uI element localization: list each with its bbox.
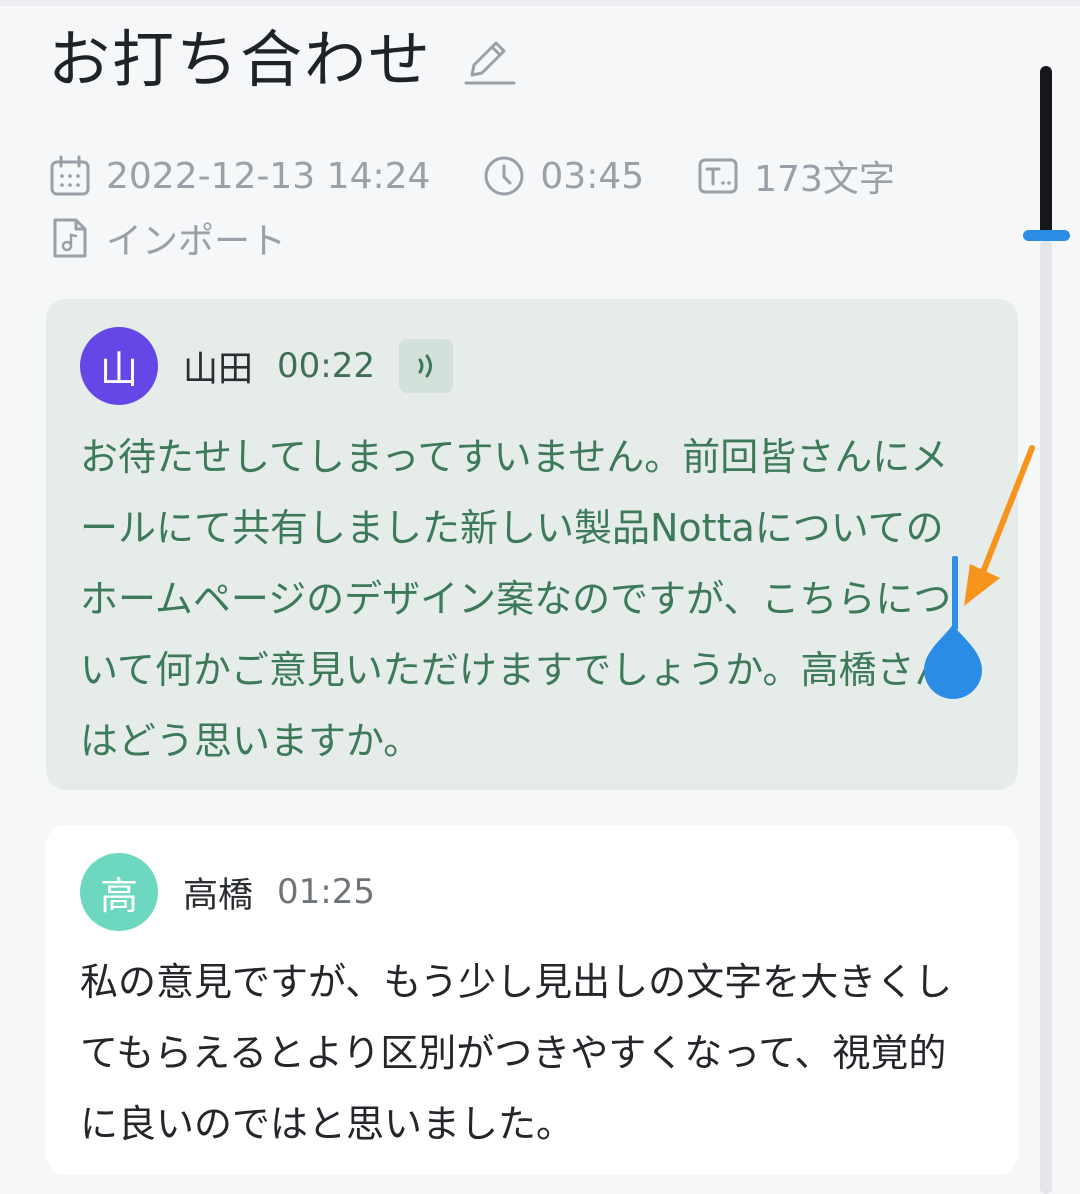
meta-char-count: 173文字 bbox=[696, 150, 895, 202]
page-title: お打ち合わせ bbox=[48, 23, 433, 96]
scrollbar-track[interactable] bbox=[1040, 240, 1052, 1194]
avatar[interactable]: 高 bbox=[80, 853, 158, 931]
annotation-arrow-icon bbox=[964, 445, 1035, 606]
meta-row-secondary: インポート bbox=[48, 212, 338, 264]
meta-datetime-value: 2022-12-13 14:24 bbox=[106, 155, 431, 197]
edit-pencil-icon[interactable] bbox=[462, 33, 516, 87]
meta-source: インポート bbox=[48, 212, 286, 264]
transcript-segment-active[interactable]: 山 山田 00:22 お待たせしてしまってすいません。前回皆さんにメールにて共有… bbox=[46, 299, 1018, 790]
meta-source-value: インポート bbox=[106, 221, 287, 262]
cursor-handle[interactable] bbox=[920, 620, 986, 702]
playback-position-marker[interactable] bbox=[1023, 230, 1070, 241]
segment-timestamp[interactable]: 01:25 bbox=[277, 872, 375, 912]
title-row: お打ち合わせ bbox=[48, 20, 516, 100]
meta-datetime: 2022-12-13 14:24 bbox=[48, 154, 430, 198]
meta-duration: 03:45 bbox=[482, 154, 644, 198]
meta-char-count-value: 173文字 bbox=[754, 159, 895, 200]
top-divider bbox=[0, 0, 1080, 6]
segment-timestamp[interactable]: 00:22 bbox=[277, 346, 375, 386]
speaker-row: 山 山田 00:22 bbox=[80, 327, 453, 405]
clock-icon bbox=[484, 156, 524, 196]
calendar-icon bbox=[50, 155, 90, 196]
audio-wave-icon bbox=[418, 354, 432, 378]
speaker-row: 高 高橋 01:25 bbox=[80, 853, 375, 931]
meta-duration-value: 03:45 bbox=[540, 155, 645, 197]
segment-text[interactable]: 私の意見ですが、もう少し見出しの文字を大きくしてもらえるとより区別がつきやすくな… bbox=[80, 947, 980, 1160]
meta-row-primary: 2022-12-13 14:24 03:45 173文字 bbox=[48, 150, 947, 202]
speaker-name[interactable]: 高橋 bbox=[183, 867, 253, 918]
transcript-segment[interactable]: 高 高橋 01:25 私の意見ですが、もう少し見出しの文字を大きくしてもらえると… bbox=[46, 825, 1018, 1175]
playing-indicator bbox=[399, 339, 453, 393]
text-count-icon bbox=[698, 158, 738, 194]
avatar[interactable]: 山 bbox=[80, 327, 158, 405]
music-file-icon bbox=[53, 218, 87, 258]
speaker-name[interactable]: 山田 bbox=[183, 341, 253, 392]
scrollbar-thumb[interactable] bbox=[1040, 66, 1052, 238]
segment-text[interactable]: お待たせしてしまってすいません。前回皆さんにメールにて共有しました新しい製品No… bbox=[80, 422, 980, 777]
